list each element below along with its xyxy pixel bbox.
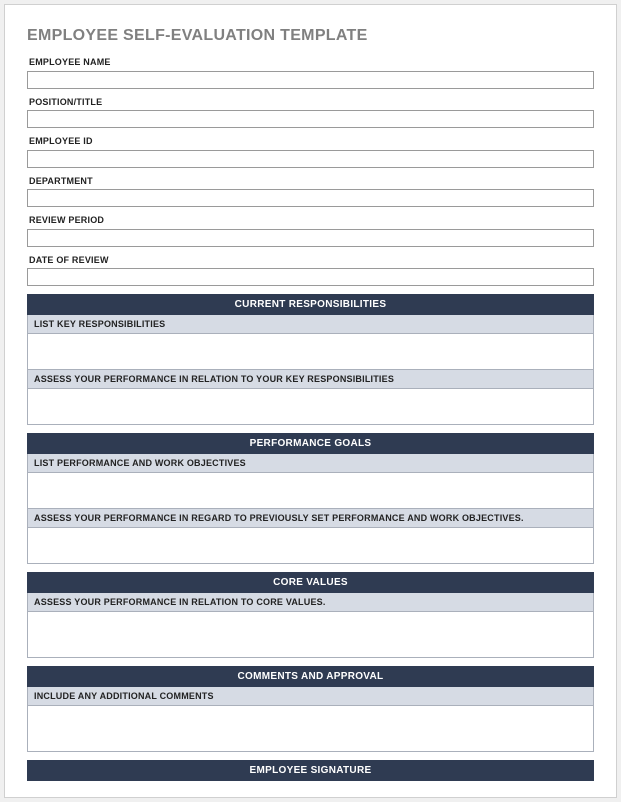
field-position-title: POSITION/TITLE: [27, 97, 594, 129]
list-objectives-input[interactable]: [27, 473, 594, 509]
employee-name-input[interactable]: [27, 71, 594, 89]
position-title-input[interactable]: [27, 110, 594, 128]
section-comments-approval: COMMENTS AND APPROVAL INCLUDE ANY ADDITI…: [27, 666, 594, 752]
list-key-responsibilities-input[interactable]: [27, 334, 594, 370]
core-values-header: CORE VALUES: [27, 572, 594, 593]
performance-goals-header: PERFORMANCE GOALS: [27, 433, 594, 454]
date-of-review-label: DATE OF REVIEW: [27, 255, 594, 265]
section-core-values: CORE VALUES ASSESS YOUR PERFORMANCE IN R…: [27, 572, 594, 658]
additional-comments-input[interactable]: [27, 706, 594, 752]
core-values-label: ASSESS YOUR PERFORMANCE IN RELATION TO C…: [27, 593, 594, 612]
comments-approval-header: COMMENTS AND APPROVAL: [27, 666, 594, 687]
field-review-period: REVIEW PERIOD: [27, 215, 594, 247]
assess-responsibilities-input[interactable]: [27, 389, 594, 425]
list-objectives-label: LIST PERFORMANCE AND WORK OBJECTIVES: [27, 454, 594, 473]
section-employee-signature: EMPLOYEE SIGNATURE: [27, 760, 594, 781]
employee-id-label: EMPLOYEE ID: [27, 136, 594, 146]
section-current-responsibilities: CURRENT RESPONSIBILITIES LIST KEY RESPON…: [27, 294, 594, 425]
list-key-responsibilities-label: LIST KEY RESPONSIBILITIES: [27, 315, 594, 334]
department-input[interactable]: [27, 189, 594, 207]
assess-responsibilities-label: ASSESS YOUR PERFORMANCE IN RELATION TO Y…: [27, 370, 594, 389]
field-date-of-review: DATE OF REVIEW: [27, 255, 594, 287]
section-performance-goals: PERFORMANCE GOALS LIST PERFORMANCE AND W…: [27, 433, 594, 564]
department-label: DEPARTMENT: [27, 176, 594, 186]
review-period-input[interactable]: [27, 229, 594, 247]
field-department: DEPARTMENT: [27, 176, 594, 208]
assess-objectives-label: ASSESS YOUR PERFORMANCE IN REGARD TO PRE…: [27, 509, 594, 528]
review-period-label: REVIEW PERIOD: [27, 215, 594, 225]
additional-comments-label: INCLUDE ANY ADDITIONAL COMMENTS: [27, 687, 594, 706]
current-responsibilities-header: CURRENT RESPONSIBILITIES: [27, 294, 594, 315]
position-title-label: POSITION/TITLE: [27, 97, 594, 107]
document-title: EMPLOYEE SELF-EVALUATION TEMPLATE: [27, 27, 594, 45]
employee-signature-header: EMPLOYEE SIGNATURE: [27, 760, 594, 781]
field-employee-name: EMPLOYEE NAME: [27, 57, 594, 89]
field-employee-id: EMPLOYEE ID: [27, 136, 594, 168]
employee-name-label: EMPLOYEE NAME: [27, 57, 594, 67]
employee-id-input[interactable]: [27, 150, 594, 168]
core-values-input[interactable]: [27, 612, 594, 658]
assess-objectives-input[interactable]: [27, 528, 594, 564]
document-page: EMPLOYEE SELF-EVALUATION TEMPLATE EMPLOY…: [4, 4, 617, 798]
date-of-review-input[interactable]: [27, 268, 594, 286]
